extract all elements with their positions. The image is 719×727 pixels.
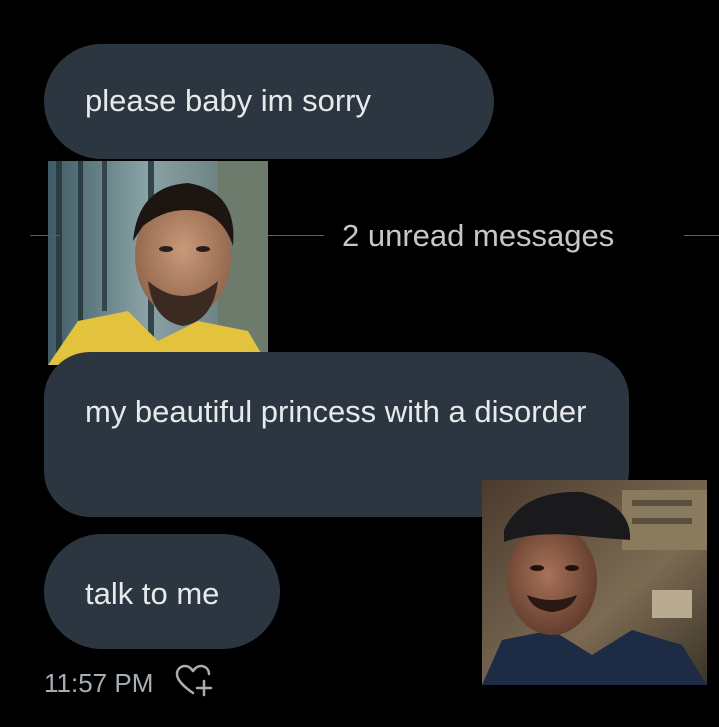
unread-messages-label: 2 unread messages — [342, 218, 615, 253]
divider-line — [30, 235, 60, 236]
divider-line — [268, 235, 324, 236]
divider-line — [684, 235, 719, 236]
message-timestamp: 11:57 PM — [44, 668, 154, 698]
photo-man-beret — [482, 480, 707, 685]
photo-man-yellow-shirt — [48, 161, 268, 365]
message-bubble[interactable]: please baby im sorry — [44, 44, 494, 159]
heart-add-icon[interactable] — [175, 664, 215, 698]
message-text: talk to me — [85, 576, 220, 611]
message-text: my beautiful princess with a disorder — [85, 394, 587, 429]
message-text: please baby im sorry — [85, 83, 372, 118]
message-bubble[interactable]: talk to me — [44, 534, 280, 649]
